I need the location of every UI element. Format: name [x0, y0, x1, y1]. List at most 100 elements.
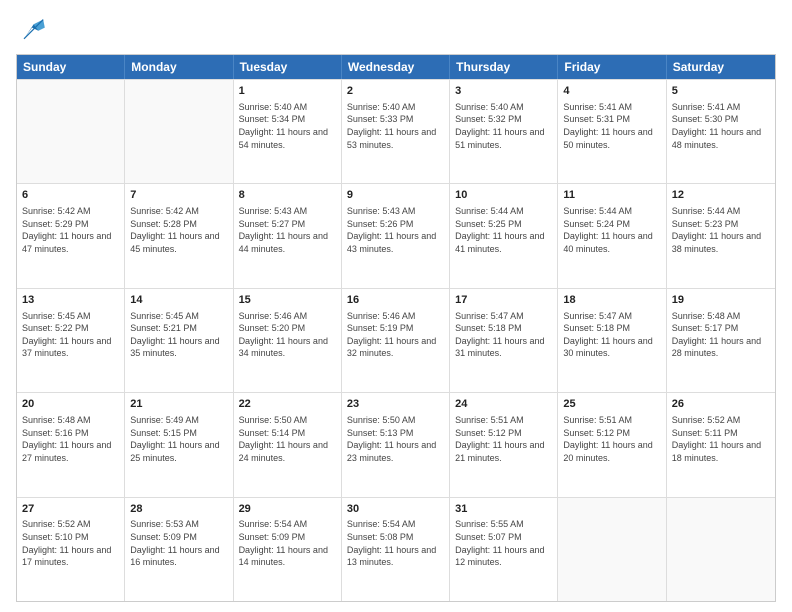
day-number: 11 — [563, 188, 660, 203]
day-info: Sunrise: 5:46 AM Sunset: 5:19 PM Dayligh… — [347, 310, 444, 360]
day-info: Sunrise: 5:52 AM Sunset: 5:11 PM Dayligh… — [672, 414, 770, 464]
day-number: 28 — [130, 502, 227, 517]
calendar-weekday-monday: Monday — [125, 55, 233, 79]
calendar-day-8: 8Sunrise: 5:43 AM Sunset: 5:27 PM Daylig… — [234, 184, 342, 287]
day-number: 23 — [347, 397, 444, 412]
day-info: Sunrise: 5:48 AM Sunset: 5:16 PM Dayligh… — [22, 414, 119, 464]
calendar-day-23: 23Sunrise: 5:50 AM Sunset: 5:13 PM Dayli… — [342, 393, 450, 496]
day-number: 31 — [455, 502, 552, 517]
calendar-day-empty — [667, 498, 775, 601]
day-number: 4 — [563, 84, 660, 99]
day-info: Sunrise: 5:43 AM Sunset: 5:27 PM Dayligh… — [239, 205, 336, 255]
day-info: Sunrise: 5:41 AM Sunset: 5:30 PM Dayligh… — [672, 101, 770, 151]
day-info: Sunrise: 5:47 AM Sunset: 5:18 PM Dayligh… — [455, 310, 552, 360]
logo — [16, 16, 52, 44]
day-info: Sunrise: 5:44 AM Sunset: 5:23 PM Dayligh… — [672, 205, 770, 255]
calendar-day-26: 26 Sunrise: 5:52 AM Sunset: 5:11 PM Dayli… — [667, 393, 775, 496]
calendar-day-empty — [558, 498, 666, 601]
calendar-weekday-friday: Friday — [558, 55, 666, 79]
calendar-day-29: 29Sunrise: 5:54 AM Sunset: 5:09 PM Dayli… — [234, 498, 342, 601]
calendar-week-5: 27Sunrise: 5:52 AM Sunset: 5:10 PM Dayli… — [17, 497, 775, 601]
calendar-day-27: 27Sunrise: 5:52 AM Sunset: 5:10 PM Dayli… — [17, 498, 125, 601]
calendar-week-1: 1 Sunrise: 5:40 AM Sunset: 5:34 PM Daylig… — [17, 79, 775, 183]
day-number: 29 — [239, 502, 336, 517]
day-number: 12 — [672, 188, 770, 203]
day-number: 9 — [347, 188, 444, 203]
day-number: 22 — [239, 397, 336, 412]
day-number: 15 — [239, 293, 336, 308]
day-number: 3 — [455, 84, 552, 99]
day-info: Sunrise: 5:40 AM Sunset: 5:33 PM Dayligh… — [347, 101, 444, 151]
day-info: Sunrise: 5:45 AM Sunset: 5:21 PM Dayligh… — [130, 310, 227, 360]
calendar-day-28: 28Sunrise: 5:53 AM Sunset: 5:09 PM Dayli… — [125, 498, 233, 601]
day-number: 19 — [672, 293, 770, 308]
day-number: 7 — [130, 188, 227, 203]
day-info: Sunrise: 5:40 AM Sunset: 5:32 PM Dayligh… — [455, 101, 552, 151]
calendar-week-4: 20 Sunrise: 5:48 AM Sunset: 5:16 PM Dayli… — [17, 392, 775, 496]
calendar-day-5: 5 Sunrise: 5:41 AM Sunset: 5:30 PM Daylig… — [667, 80, 775, 183]
calendar-day-30: 30Sunrise: 5:54 AM Sunset: 5:08 PM Dayli… — [342, 498, 450, 601]
day-number: 1 — [239, 84, 336, 99]
calendar-day-13: 13 Sunrise: 5:45 AM Sunset: 5:22 PM Dayli… — [17, 289, 125, 392]
day-number: 17 — [455, 293, 552, 308]
day-number: 13 — [22, 293, 119, 308]
calendar-day-9: 9 Sunrise: 5:43 AM Sunset: 5:26 PM Daylig… — [342, 184, 450, 287]
day-info: Sunrise: 5:42 AM Sunset: 5:28 PM Dayligh… — [130, 205, 227, 255]
day-info: Sunrise: 5:52 AM Sunset: 5:10 PM Dayligh… — [22, 518, 119, 568]
day-info: Sunrise: 5:46 AM Sunset: 5:20 PM Dayligh… — [239, 310, 336, 360]
calendar-day-15: 15 Sunrise: 5:46 AM Sunset: 5:20 PM Dayli… — [234, 289, 342, 392]
day-number: 26 — [672, 397, 770, 412]
calendar-day-20: 20 Sunrise: 5:48 AM Sunset: 5:16 PM Dayli… — [17, 393, 125, 496]
day-info: Sunrise: 5:48 AM Sunset: 5:17 PM Dayligh… — [672, 310, 770, 360]
day-number: 30 — [347, 502, 444, 517]
calendar-day-11: 11 Sunrise: 5:44 AM Sunset: 5:24 PM Dayli… — [558, 184, 666, 287]
calendar-day-17: 17 Sunrise: 5:47 AM Sunset: 5:18 PM Dayli… — [450, 289, 558, 392]
calendar-weekday-sunday: Sunday — [17, 55, 125, 79]
calendar-body: 1 Sunrise: 5:40 AM Sunset: 5:34 PM Daylig… — [17, 79, 775, 601]
day-info: Sunrise: 5:54 AM Sunset: 5:09 PM Dayligh… — [239, 518, 336, 568]
calendar-day-2: 2 Sunrise: 5:40 AM Sunset: 5:33 PM Daylig… — [342, 80, 450, 183]
calendar-day-14: 14 Sunrise: 5:45 AM Sunset: 5:21 PM Dayli… — [125, 289, 233, 392]
day-number: 21 — [130, 397, 227, 412]
calendar-week-3: 13 Sunrise: 5:45 AM Sunset: 5:22 PM Dayli… — [17, 288, 775, 392]
calendar-weekday-saturday: Saturday — [667, 55, 775, 79]
calendar-day-18: 18 Sunrise: 5:47 AM Sunset: 5:18 PM Dayli… — [558, 289, 666, 392]
day-number: 10 — [455, 188, 552, 203]
calendar-weekday-wednesday: Wednesday — [342, 55, 450, 79]
calendar-day-25: 25Sunrise: 5:51 AM Sunset: 5:12 PM Dayli… — [558, 393, 666, 496]
day-number: 18 — [563, 293, 660, 308]
calendar-day-22: 22Sunrise: 5:50 AM Sunset: 5:14 PM Dayli… — [234, 393, 342, 496]
day-number: 24 — [455, 397, 552, 412]
day-number: 16 — [347, 293, 444, 308]
day-info: Sunrise: 5:49 AM Sunset: 5:15 PM Dayligh… — [130, 414, 227, 464]
day-number: 20 — [22, 397, 119, 412]
day-info: Sunrise: 5:47 AM Sunset: 5:18 PM Dayligh… — [563, 310, 660, 360]
calendar-day-12: 12 Sunrise: 5:44 AM Sunset: 5:23 PM Dayli… — [667, 184, 775, 287]
day-number: 6 — [22, 188, 119, 203]
logo-icon — [16, 16, 48, 44]
day-info: Sunrise: 5:42 AM Sunset: 5:29 PM Dayligh… — [22, 205, 119, 255]
day-info: Sunrise: 5:44 AM Sunset: 5:25 PM Dayligh… — [455, 205, 552, 255]
calendar-day-7: 7 Sunrise: 5:42 AM Sunset: 5:28 PM Daylig… — [125, 184, 233, 287]
calendar-day-4: 4 Sunrise: 5:41 AM Sunset: 5:31 PM Daylig… — [558, 80, 666, 183]
calendar-week-2: 6 Sunrise: 5:42 AM Sunset: 5:29 PM Daylig… — [17, 183, 775, 287]
calendar-day-6: 6 Sunrise: 5:42 AM Sunset: 5:29 PM Daylig… — [17, 184, 125, 287]
day-number: 5 — [672, 84, 770, 99]
day-info: Sunrise: 5:43 AM Sunset: 5:26 PM Dayligh… — [347, 205, 444, 255]
calendar-day-empty — [125, 80, 233, 183]
calendar: SundayMondayTuesdayWednesdayThursdayFrid… — [16, 54, 776, 602]
day-info: Sunrise: 5:53 AM Sunset: 5:09 PM Dayligh… — [130, 518, 227, 568]
calendar-weekday-thursday: Thursday — [450, 55, 558, 79]
day-info: Sunrise: 5:44 AM Sunset: 5:24 PM Dayligh… — [563, 205, 660, 255]
calendar-day-16: 16 Sunrise: 5:46 AM Sunset: 5:19 PM Dayli… — [342, 289, 450, 392]
day-number: 14 — [130, 293, 227, 308]
calendar-weekday-tuesday: Tuesday — [234, 55, 342, 79]
calendar-day-24: 24Sunrise: 5:51 AM Sunset: 5:12 PM Dayli… — [450, 393, 558, 496]
calendar-day-10: 10 Sunrise: 5:44 AM Sunset: 5:25 PM Dayli… — [450, 184, 558, 287]
day-number: 2 — [347, 84, 444, 99]
calendar-day-19: 19 Sunrise: 5:48 AM Sunset: 5:17 PM Dayli… — [667, 289, 775, 392]
day-info: Sunrise: 5:41 AM Sunset: 5:31 PM Dayligh… — [563, 101, 660, 151]
day-info: Sunrise: 5:40 AM Sunset: 5:34 PM Dayligh… — [239, 101, 336, 151]
day-info: Sunrise: 5:45 AM Sunset: 5:22 PM Dayligh… — [22, 310, 119, 360]
calendar-day-31: 31Sunrise: 5:55 AM Sunset: 5:07 PM Dayli… — [450, 498, 558, 601]
